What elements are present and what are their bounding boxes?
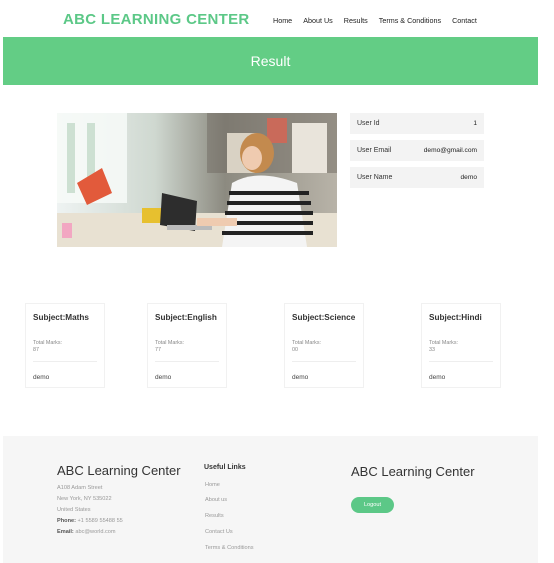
phone-value: +1 5589 55488 55 <box>77 518 123 524</box>
subject-card-hindi: Subject:Hindi Total Marks: 33 demo <box>421 303 501 388</box>
address-line-2: New York, NY 535022 <box>57 496 112 502</box>
user-id-label: User Id <box>357 120 380 127</box>
student-name: demo <box>292 374 309 381</box>
page-banner: Result <box>3 37 538 85</box>
total-marks: Total Marks: 00 <box>292 340 321 354</box>
student-name: demo <box>33 374 50 381</box>
nav-about-us[interactable]: About Us <box>303 16 333 28</box>
footer-link-terms[interactable]: Terms & Conditions <box>205 545 254 551</box>
email-value: abc@world.com <box>75 529 116 535</box>
divider <box>429 361 493 362</box>
footer-right-title: ABC Learning Center <box>351 464 475 479</box>
total-marks-value: 33 <box>429 347 435 353</box>
user-email-value: demo@gmail.com <box>423 147 477 154</box>
user-info-table: User Id 1 User Email demo@gmail.com User… <box>350 113 484 194</box>
footer-address: A108 Adam Street New York, NY 535022 Uni… <box>57 483 123 538</box>
user-name-row: User Name demo <box>350 167 484 188</box>
subject-card-maths: Subject:Maths Total Marks: 87 demo <box>25 303 105 388</box>
footer-brand-title: ABC Learning Center <box>57 463 181 478</box>
student-photo-image <box>57 113 337 247</box>
total-marks-value: 87 <box>33 347 39 353</box>
total-marks-value: 00 <box>292 347 298 353</box>
footer-phone: Phone: +1 5589 55488 55 <box>57 516 123 527</box>
useful-links-title: Useful Links <box>204 464 246 471</box>
footer-link-results[interactable]: Results <box>205 513 224 519</box>
footer-link-home[interactable]: Home <box>205 482 220 488</box>
subject-card-science: Subject:Science Total Marks: 00 demo <box>284 303 364 388</box>
site-logo-text[interactable]: ABC LEARNING CENTER <box>63 11 250 28</box>
nav-terms[interactable]: Terms & Conditions <box>379 16 441 28</box>
user-email-row: User Email demo@gmail.com <box>350 140 484 161</box>
user-name-label: User Name <box>357 174 393 181</box>
student-name: demo <box>155 374 172 381</box>
logout-button[interactable]: Logout <box>351 497 394 513</box>
total-marks-label: Total Marks: <box>429 340 459 346</box>
user-email-label: User Email <box>357 147 392 154</box>
address-line-1: A108 Adam Street <box>57 485 103 491</box>
user-name-value: demo <box>460 174 478 181</box>
total-marks-label: Total Marks: <box>292 340 322 346</box>
total-marks-value: 77 <box>155 347 161 353</box>
nav-contact[interactable]: Contact <box>452 16 477 28</box>
total-marks-label: Total Marks: <box>155 340 185 346</box>
total-marks: Total Marks: 33 <box>429 340 458 354</box>
phone-label: Phone: <box>57 518 76 524</box>
divider <box>155 361 219 362</box>
divider <box>292 361 356 362</box>
subject-title: Subject:English <box>155 313 217 322</box>
subject-title: Subject:Hindi <box>429 313 482 322</box>
footer-link-about[interactable]: About us <box>205 497 227 503</box>
user-id-value: 1 <box>473 120 477 127</box>
student-photo <box>57 113 337 247</box>
student-name: demo <box>429 374 446 381</box>
email-label: Email: <box>57 529 74 535</box>
subject-title: Subject:Maths <box>33 313 89 322</box>
subject-title: Subject:Science <box>292 313 356 322</box>
nav-results[interactable]: Results <box>344 16 368 28</box>
total-marks: Total Marks: 77 <box>155 340 184 354</box>
page-title: Result <box>250 53 291 69</box>
user-id-row: User Id 1 <box>350 113 484 134</box>
address-line-3: United States <box>57 507 91 513</box>
footer-email: Email: abc@world.com <box>57 527 123 538</box>
divider <box>33 361 97 362</box>
main-nav: Home About Us Results Terms & Conditions… <box>273 16 477 28</box>
nav-home[interactable]: Home <box>273 16 292 28</box>
total-marks: Total Marks: 87 <box>33 340 62 354</box>
footer-link-contact[interactable]: Contact Us <box>205 529 233 535</box>
subject-card-english: Subject:English Total Marks: 77 demo <box>147 303 227 388</box>
total-marks-label: Total Marks: <box>33 340 63 346</box>
